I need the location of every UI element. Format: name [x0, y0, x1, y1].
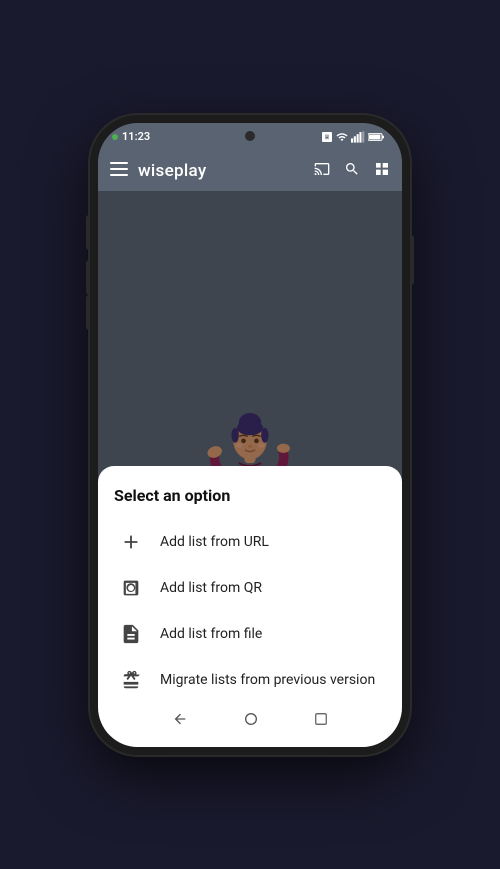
nav-back-button[interactable]	[160, 707, 200, 735]
file-icon	[118, 621, 144, 647]
add-list-qr-item[interactable]: Add list from QR	[114, 565, 386, 611]
migrate-icon	[118, 667, 144, 693]
menu-button[interactable]	[110, 161, 128, 180]
camera-icon	[118, 575, 144, 601]
add-list-url-item[interactable]: Add list from URL	[114, 519, 386, 565]
wifi-icon	[336, 131, 348, 143]
add-list-file-item[interactable]: Add list from file	[114, 611, 386, 657]
app-title: wiseplay	[138, 161, 304, 181]
status-time-area: 11:23	[112, 130, 150, 143]
nav-bar	[114, 703, 386, 739]
bottom-sheet: Select an option Add list from URL	[98, 466, 402, 747]
cast-button[interactable]	[314, 161, 330, 181]
migrate-lists-label: Migrate lists from previous version	[160, 672, 375, 688]
sheet-title: Select an option	[114, 486, 386, 505]
time-display: 11:23	[122, 130, 150, 143]
status-icons-area	[321, 131, 384, 143]
top-bar: wiseplay	[98, 151, 402, 191]
add-list-file-label: Add list from file	[160, 626, 262, 642]
battery-icon	[368, 132, 384, 142]
grid-button[interactable]	[374, 161, 390, 181]
add-list-qr-label: Add list from QR	[160, 580, 262, 596]
nav-recents-button[interactable]	[302, 708, 340, 734]
search-button[interactable]	[344, 161, 360, 181]
add-list-url-label: Add list from URL	[160, 534, 269, 550]
top-action-icons	[314, 161, 390, 181]
plus-icon	[118, 529, 144, 555]
migrate-lists-item[interactable]: Migrate lists from previous version	[114, 657, 386, 703]
nav-home-button[interactable]	[231, 707, 271, 735]
nfc-icon	[321, 131, 333, 143]
phone-frame: 11:23	[90, 115, 410, 755]
signal-icon	[351, 131, 365, 143]
camera-notch	[245, 131, 255, 141]
status-dot	[112, 134, 118, 140]
main-content: There are no available lists Select an o…	[98, 191, 402, 747]
phone-screen: 11:23	[98, 123, 402, 747]
